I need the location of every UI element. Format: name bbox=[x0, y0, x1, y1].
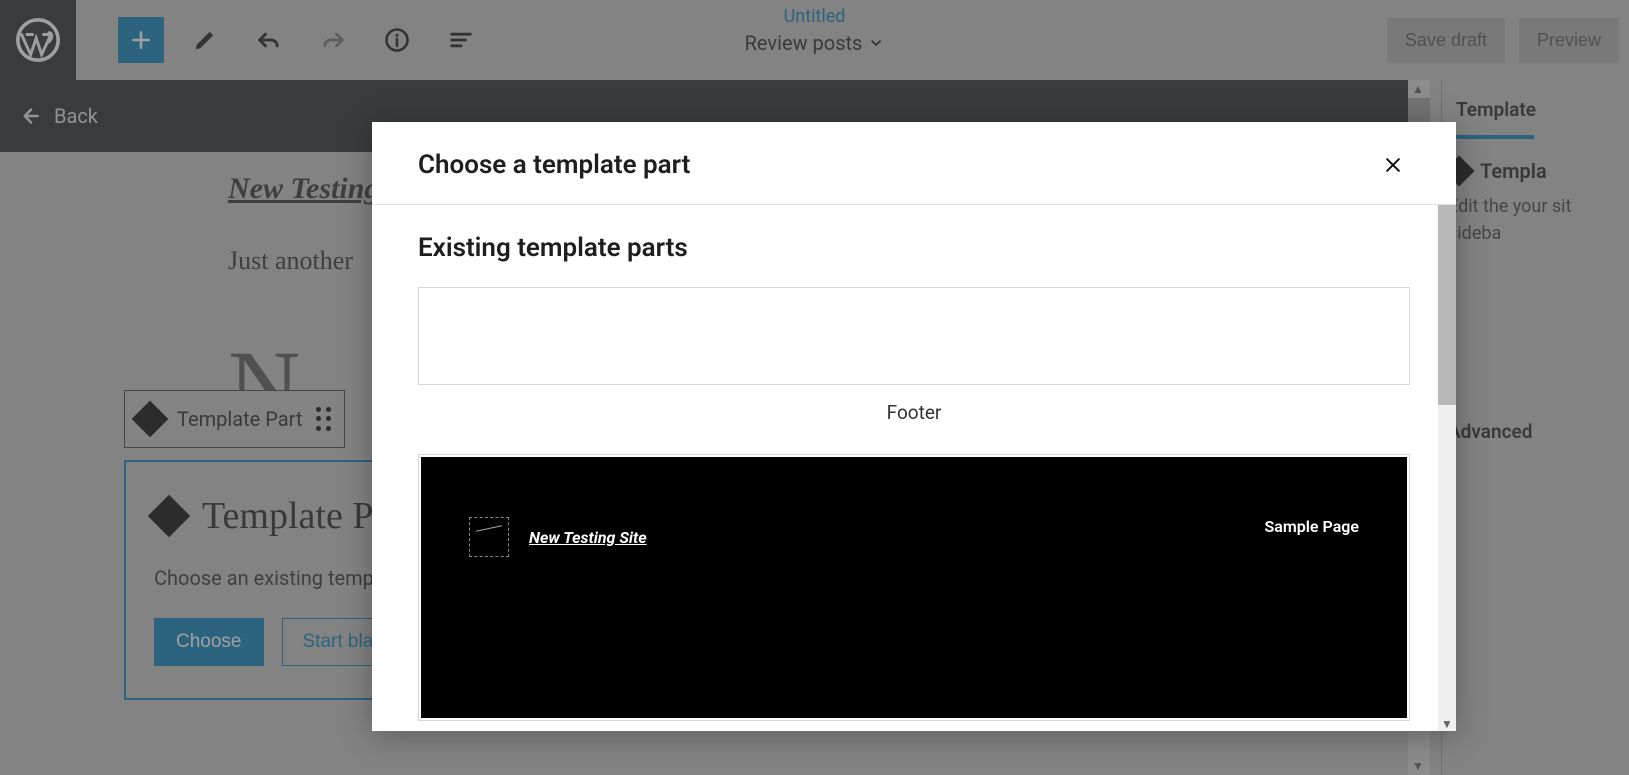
header-preview-content: New Testing Site Sample Page bbox=[421, 457, 1407, 718]
template-part-option-header[interactable]: New Testing Site Sample Page bbox=[418, 454, 1410, 721]
template-part-option-label: Footer bbox=[418, 401, 1410, 424]
header-preview-left: New Testing Site bbox=[469, 517, 647, 557]
header-preview-nav-item: Sample Page bbox=[1265, 517, 1359, 536]
modal-body: Existing template parts Footer New Testi… bbox=[372, 205, 1456, 731]
template-part-option-footer[interactable] bbox=[418, 287, 1410, 385]
modal-header: Choose a template part bbox=[372, 122, 1456, 205]
modal-title: Choose a template part bbox=[418, 150, 690, 180]
modal-section-title: Existing template parts bbox=[418, 233, 1410, 263]
modal-close-button[interactable] bbox=[1376, 148, 1410, 182]
choose-template-part-modal: Choose a template part Existing template… bbox=[372, 122, 1456, 731]
modal-scrollbar[interactable]: ▲ ▼ bbox=[1438, 205, 1456, 731]
scrollbar-thumb[interactable] bbox=[1438, 205, 1456, 405]
logo-placeholder-icon bbox=[469, 517, 509, 557]
scroll-down-icon: ▼ bbox=[1440, 717, 1454, 731]
close-icon bbox=[1383, 155, 1403, 175]
header-preview-site-title: New Testing Site bbox=[529, 528, 647, 547]
